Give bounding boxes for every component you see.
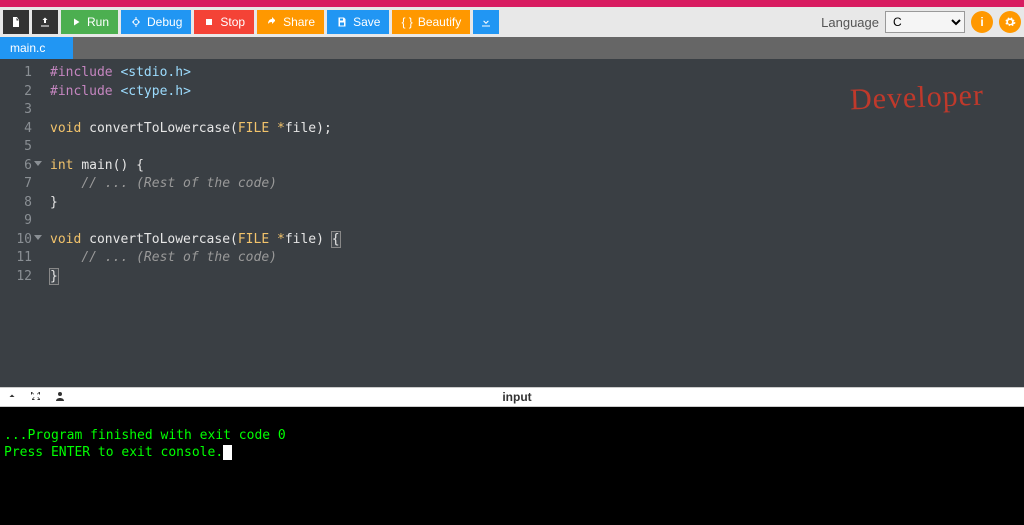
console-output[interactable]: ...Program finished with exit code 0Pres… bbox=[0, 407, 1024, 525]
info-button[interactable]: i bbox=[971, 11, 993, 33]
download-button[interactable] bbox=[473, 10, 499, 34]
debug-label: Debug bbox=[147, 15, 182, 29]
line-gutter: 123456789101112 bbox=[0, 59, 42, 387]
top-strip bbox=[0, 0, 1024, 7]
debug-button[interactable]: Debug bbox=[121, 10, 191, 34]
run-button[interactable]: Run bbox=[61, 10, 118, 34]
bug-icon bbox=[130, 16, 142, 28]
console-header: input bbox=[0, 387, 1024, 407]
tab-bar: main.c bbox=[0, 37, 1024, 59]
save-label: Save bbox=[353, 15, 380, 29]
collapse-icon[interactable] bbox=[6, 390, 18, 405]
share-label: Share bbox=[283, 15, 315, 29]
info-icon: i bbox=[980, 15, 983, 29]
floppy-icon bbox=[336, 16, 348, 28]
download-icon bbox=[480, 16, 492, 28]
stop-icon bbox=[203, 16, 215, 28]
language-label: Language bbox=[821, 15, 879, 30]
open-file-button[interactable] bbox=[32, 10, 58, 34]
upload-icon bbox=[39, 16, 51, 28]
file-icon bbox=[10, 16, 22, 28]
stop-button[interactable]: Stop bbox=[194, 10, 254, 34]
beautify-button[interactable]: { } Beautify bbox=[392, 10, 470, 34]
tab-label: main.c bbox=[10, 41, 45, 55]
braces-icon: { } bbox=[401, 15, 412, 29]
settings-button[interactable] bbox=[999, 11, 1021, 33]
share-icon bbox=[266, 16, 278, 28]
beautify-label: Beautify bbox=[418, 15, 461, 29]
file-tab[interactable]: main.c bbox=[0, 37, 73, 59]
save-button[interactable]: Save bbox=[327, 10, 389, 34]
toolbar: Run Debug Stop Share Save { } Beautify L… bbox=[0, 7, 1024, 37]
gear-icon bbox=[1004, 16, 1016, 28]
expand-icon[interactable] bbox=[30, 390, 42, 405]
play-icon bbox=[70, 16, 82, 28]
console-tab-label: input bbox=[78, 390, 956, 404]
language-select[interactable]: C bbox=[885, 11, 965, 33]
new-file-button[interactable] bbox=[3, 10, 29, 34]
share-button[interactable]: Share bbox=[257, 10, 324, 34]
editor[interactable]: 123456789101112 #include <stdio.h>#inclu… bbox=[0, 59, 1024, 387]
code-area[interactable]: #include <stdio.h>#include <ctype.h> voi… bbox=[42, 59, 1024, 387]
run-label: Run bbox=[87, 15, 109, 29]
person-icon[interactable] bbox=[54, 390, 66, 405]
stop-label: Stop bbox=[220, 15, 245, 29]
